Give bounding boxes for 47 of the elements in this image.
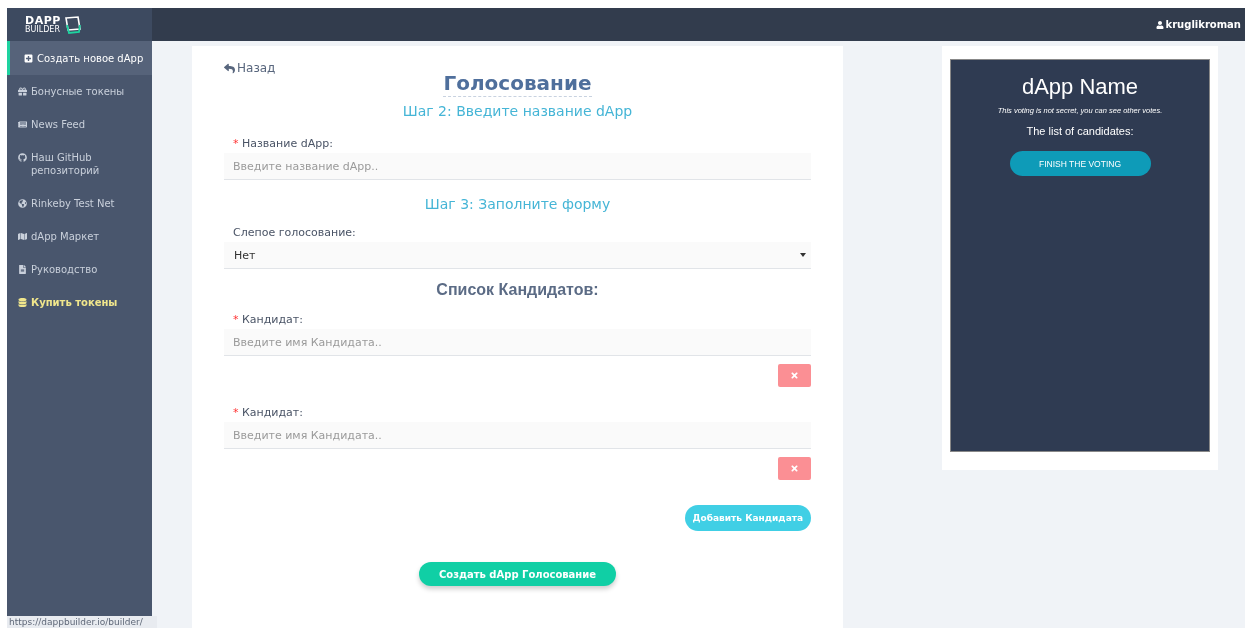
status-url: https://dappbuilder.io/builder/ — [7, 616, 157, 628]
sidebar-item[interactable]: Руководство — [7, 253, 152, 286]
step-heading: Шаг 3: Заполните форму — [423, 196, 612, 212]
form-title: Голосование — [443, 71, 592, 97]
cat-icon — [18, 153, 27, 162]
cube-icon — [63, 14, 82, 35]
section-heading: Список Кандидатов: — [435, 281, 600, 299]
candidates-heading: The list of candidates: — [1026, 125, 1134, 137]
delete-button[interactable] — [778, 364, 811, 387]
logo-title: DAPP — [25, 15, 61, 26]
input-field[interactable]: Введите название dApp.. — [224, 153, 811, 180]
plus-icon — [24, 54, 33, 63]
sidebar-item[interactable]: Наш GitHub репозиторий — [7, 141, 152, 187]
close-icon — [790, 464, 799, 473]
back-link[interactable]: Назад — [224, 61, 276, 75]
caret-icon — [800, 253, 806, 257]
preview-title: dApp Name — [1021, 74, 1139, 100]
input-field[interactable]: Введите имя Кандидата.. — [224, 329, 811, 356]
close-icon — [790, 371, 799, 380]
field-label: * Название dApp: — [232, 137, 334, 150]
logo-subtitle: BUILDER — [25, 26, 61, 34]
user-menu[interactable]: kruglikroman — [1155, 19, 1241, 30]
sidebar-item[interactable]: Бонусные токены — [7, 75, 152, 108]
required-mark: * — [233, 406, 239, 419]
finish-button[interactable]: FINISH THE VOTING — [1009, 151, 1151, 176]
select-field[interactable]: Нет — [224, 242, 811, 269]
coin-stack-icon — [18, 298, 27, 307]
document-icon — [18, 265, 27, 274]
newspaper-icon — [18, 120, 27, 129]
user-icon — [1155, 20, 1164, 29]
globe-icon — [18, 199, 27, 208]
map-icon — [18, 232, 27, 241]
gift-icon — [18, 87, 27, 96]
field-label: * Кандидат: — [232, 313, 304, 326]
step-heading: Шаг 2: Введите название dApp — [401, 103, 634, 119]
input-field[interactable]: Введите имя Кандидата.. — [224, 422, 811, 449]
field-label: Слепое голосование: — [232, 226, 357, 239]
sidebar-item[interactable]: dApp Маркет — [7, 220, 152, 253]
required-mark: * — [233, 137, 239, 150]
reply-arrow-icon — [224, 62, 235, 74]
sidebar-item[interactable]: Rinkeby Test Net — [7, 187, 152, 220]
field-label: * Кандидат: — [232, 406, 304, 419]
required-mark: * — [233, 313, 239, 326]
sidebar-item[interactable]: Создать новое dApp — [7, 41, 152, 75]
delete-button[interactable] — [778, 457, 811, 480]
sidebar-item[interactable]: News Feed — [7, 108, 152, 141]
sidebar-item[interactable]: Купить токены — [7, 286, 152, 319]
